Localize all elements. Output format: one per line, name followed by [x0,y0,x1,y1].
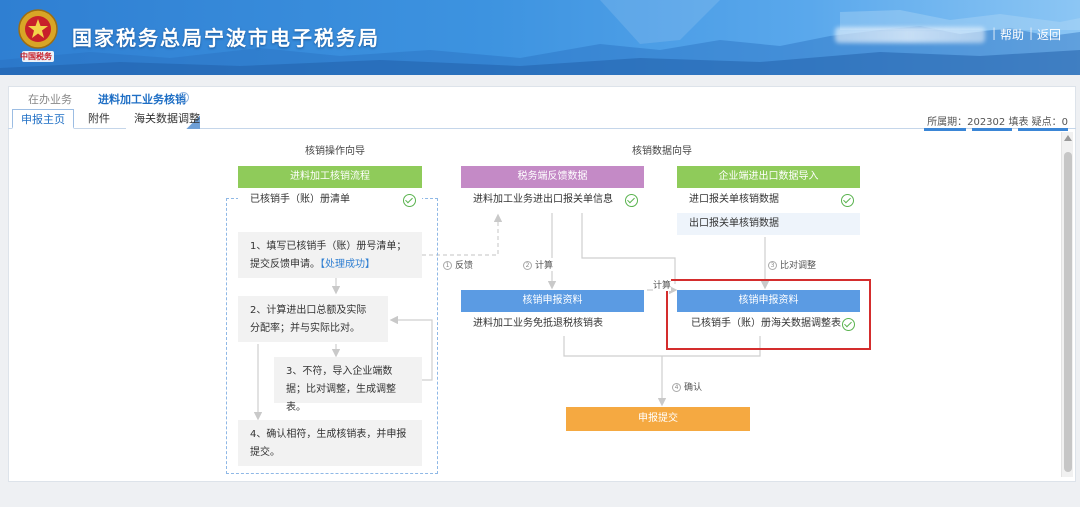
step-1-status[interactable]: 【处理成功】 [320,259,375,270]
exemption-verification-table-item[interactable]: 进料加工业务免抵退税核销表 [461,313,644,335]
export-declaration-item[interactable]: 出口报关单核销数据 [677,213,860,235]
flow-connectors [253,213,770,421]
customs-declaration-info-item[interactable]: 进料加工业务进出口报关单信息 [461,189,644,211]
edge-label-calc: 计算 [653,278,672,291]
left-section-title: 核销操作向导 [305,146,365,157]
step-3-box: 3、不符，导入企业端数据；比对调整，生成调整表。 [274,357,422,413]
step-4-box: 4、确认相符，生成核销表，并申报提交。 [238,420,422,466]
step-1-box: 1、填写已核销手（账）册号清单；提交反馈申请。【处理成功】 [238,232,422,278]
edge-label-confirm: 4 确认 [672,380,703,393]
verification-flow-header: 进料加工核销流程 [238,166,422,188]
submit-declaration-button[interactable]: 申报提交 [566,407,750,431]
step-2-box: 2、计算进出口总额及实际分配率；并与实际比对。 [238,296,388,342]
edge-label-compare-adjust: 3 比对调整 [768,258,817,271]
declare-materials-header-left: 核销申报资料 [461,290,644,312]
highlight-frame [666,279,871,350]
right-section-title: 核销数据向导 [632,146,692,157]
verified-handbook-list-item[interactable]: 已核销手（账）册清单 [238,189,422,211]
check-circle-icon [841,194,854,207]
tax-feedback-header: 税务端反馈数据 [461,166,644,188]
check-circle-icon [625,194,638,207]
check-circle-icon [403,194,416,207]
enterprise-import-header: 企业端进出口数据导入 [677,166,860,188]
edge-label-feedback: 1 反馈 [443,258,474,271]
import-declaration-item[interactable]: 进口报关单核销数据 [677,189,860,211]
edge-label-calculate: 2 计算 [523,258,554,271]
